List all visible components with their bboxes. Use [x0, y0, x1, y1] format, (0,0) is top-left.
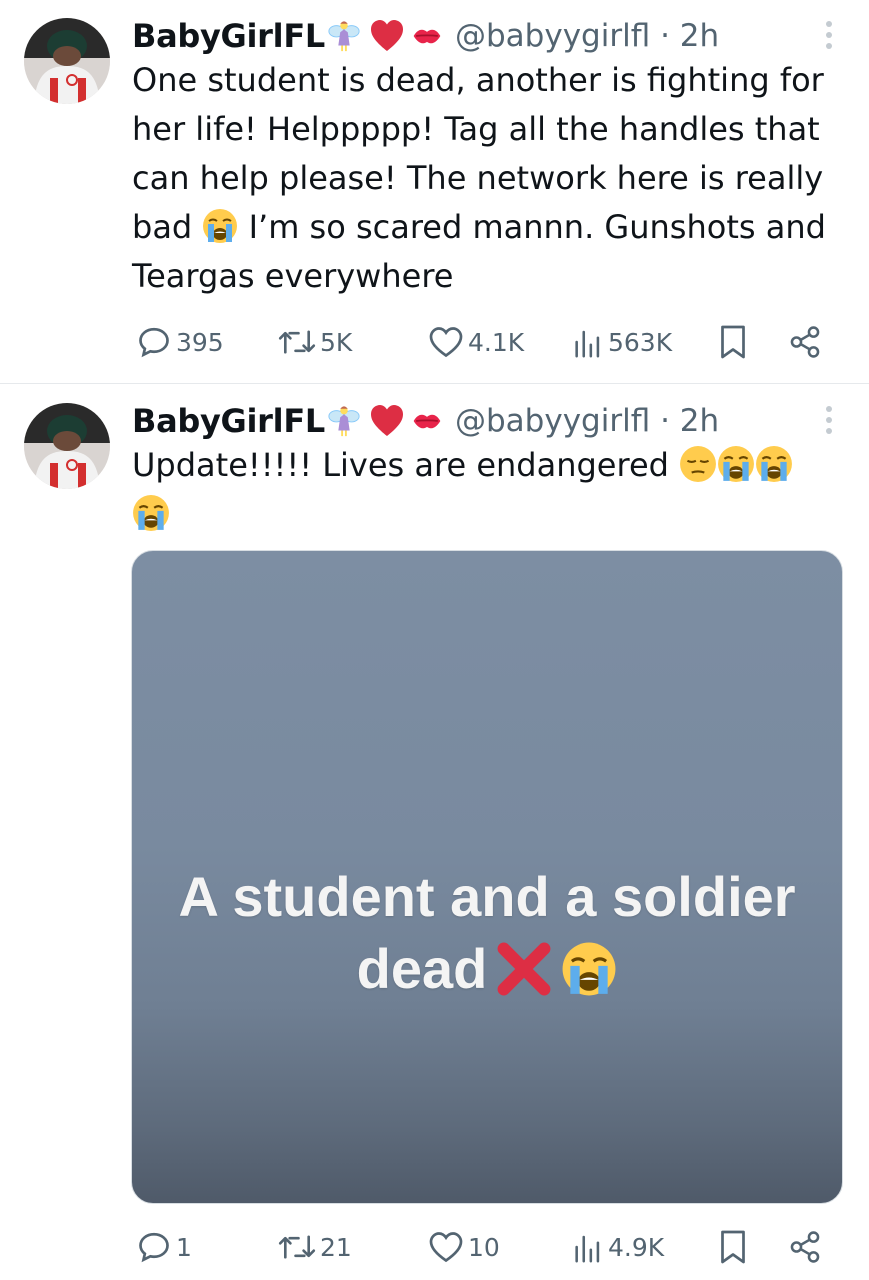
- tweet-text: Update!!!!! Lives are endangered: [132, 441, 832, 539]
- bookmark-icon: [721, 1230, 745, 1264]
- reply-icon: [139, 327, 169, 358]
- avatar[interactable]: [24, 18, 110, 104]
- tweet-actions: 395 5K 4.1K 563K: [132, 320, 832, 364]
- tweet-header: BabyGirlFL @babyygirlfl · 2h: [132, 14, 719, 58]
- red-heart-emoji: [367, 403, 407, 439]
- reply-button[interactable]: 395: [136, 320, 224, 364]
- reply-count: 1: [176, 1232, 192, 1262]
- name-emojis: [327, 18, 447, 54]
- retweet-count: 21: [320, 1232, 352, 1262]
- reply-count: 395: [176, 327, 224, 357]
- heart-icon: [429, 1232, 463, 1263]
- share-icon: [790, 1231, 820, 1263]
- like-button[interactable]: 4.1K: [428, 320, 524, 364]
- more-options-icon[interactable]: [825, 20, 833, 50]
- bookmark-icon: [721, 325, 745, 359]
- tweet-2[interactable]: BabyGirlFL @babyygirlfl · 2h Update!!!!!…: [0, 385, 869, 1280]
- views-count: 563K: [608, 327, 673, 357]
- retweet-button[interactable]: 5K: [278, 320, 352, 364]
- loudly-crying-face-emoji: [717, 445, 755, 483]
- retweet-button[interactable]: 21: [278, 1225, 352, 1269]
- avatar[interactable]: [24, 403, 110, 489]
- fairy-emoji: [327, 404, 361, 438]
- reply-icon: [139, 1232, 169, 1263]
- tweet-header: BabyGirlFL @babyygirlfl · 2h: [132, 399, 719, 443]
- views-button[interactable]: 4.9K: [572, 1225, 664, 1269]
- views-icon: [575, 330, 600, 358]
- share-button[interactable]: [788, 320, 822, 364]
- tweet-actions: 1 21 10 4.9K: [132, 1225, 832, 1269]
- bookmark-button[interactable]: [718, 320, 748, 364]
- pensive-face-emoji: [680, 446, 717, 482]
- handle-and-time[interactable]: @babyygirlfl · 2h: [455, 403, 719, 439]
- like-button[interactable]: 10: [428, 1225, 500, 1269]
- kiss-mark-emoji: [407, 21, 447, 51]
- views-icon: [575, 1235, 600, 1263]
- views-button[interactable]: 563K: [572, 320, 672, 364]
- tweet-text: One student is dead, another is fighting…: [132, 56, 832, 301]
- display-name[interactable]: BabyGirlFL: [132, 17, 325, 55]
- name-emojis: [327, 403, 447, 439]
- like-count: 4.1K: [468, 327, 525, 357]
- retweet-icon: [278, 1235, 316, 1259]
- heart-icon: [429, 327, 463, 358]
- retweet-count: 5K: [320, 327, 353, 357]
- kiss-mark-emoji: [407, 406, 447, 436]
- fairy-emoji: [327, 19, 361, 53]
- media-caption: A student and a soldier dead: [132, 861, 842, 1005]
- media-caption-line-2: dead: [357, 933, 618, 1005]
- like-count: 10: [468, 1232, 500, 1262]
- views-count: 4.9K: [608, 1232, 665, 1262]
- handle-and-time[interactable]: @babyygirlfl · 2h: [455, 18, 719, 54]
- reply-button[interactable]: 1: [136, 1225, 192, 1269]
- bookmark-button[interactable]: [718, 1225, 748, 1269]
- share-icon: [790, 326, 820, 358]
- loudly-crying-face-emoji: [202, 208, 238, 244]
- display-name[interactable]: BabyGirlFL: [132, 402, 325, 440]
- loudly-crying-face-emoji: [755, 445, 793, 483]
- cross-mark-emoji: [497, 942, 551, 996]
- media-caption-word: dead: [356, 937, 488, 1000]
- media-caption-line-1: A student and a soldier: [178, 865, 796, 928]
- tweet-1[interactable]: BabyGirlFL @babyygirlfl · 2h One student…: [0, 0, 869, 384]
- tweet-text-content: Update!!!!! Lives are endangered: [132, 446, 680, 484]
- loudly-crying-face-emoji: [561, 941, 617, 997]
- share-button[interactable]: [788, 1225, 822, 1269]
- tweet-media-image[interactable]: A student and a soldier dead: [131, 550, 843, 1204]
- retweet-icon: [278, 330, 316, 354]
- red-heart-emoji: [367, 18, 407, 54]
- loudly-crying-face-emoji: [132, 494, 170, 532]
- more-options-icon[interactable]: [825, 405, 833, 435]
